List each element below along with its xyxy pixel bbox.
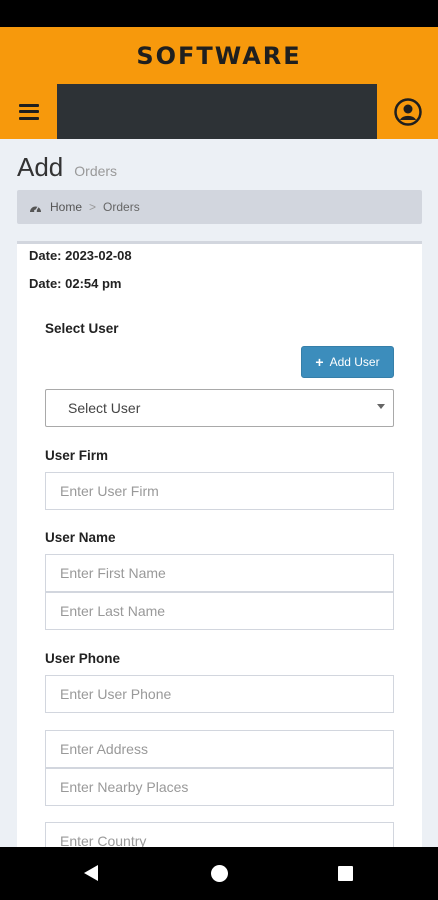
plus-icon: + (315, 354, 324, 370)
hamburger-icon (18, 103, 39, 120)
last-name-placeholder: Enter Last Name (60, 603, 166, 619)
content-header: Add Orders (17, 152, 117, 183)
page-subtitle: Orders (74, 163, 118, 179)
address-input[interactable]: Enter Address (45, 730, 394, 768)
order-time: Date: 02:54 pm (29, 276, 122, 291)
select-user-dropdown[interactable]: Select User (45, 389, 394, 427)
address-placeholder: Enter Address (60, 741, 148, 757)
select-user-value: Select User (68, 400, 141, 416)
user-firm-label: User Firm (45, 448, 109, 463)
user-phone-input[interactable]: Enter User Phone (45, 675, 394, 713)
select-user-label: Select User (45, 321, 119, 336)
navbar-center (57, 84, 377, 139)
user-firm-placeholder: Enter User Firm (60, 483, 159, 499)
back-icon[interactable] (84, 865, 98, 881)
order-date: Date: 2023-02-08 (29, 248, 132, 263)
user-phone-label: User Phone (45, 651, 121, 666)
first-name-input[interactable]: Enter First Name (45, 554, 394, 592)
account-button[interactable] (377, 84, 438, 139)
add-user-button-label: Add User (329, 355, 380, 369)
brand-title: SOFTWARE (136, 41, 302, 70)
page-title: Add (17, 152, 64, 182)
first-name-placeholder: Enter First Name (60, 565, 166, 581)
breadcrumb-current: Orders (103, 200, 140, 214)
breadcrumb: Home > Orders (17, 190, 422, 224)
breadcrumb-home-link[interactable]: Home (50, 200, 82, 214)
top-navbar (0, 84, 438, 139)
user-firm-input[interactable]: Enter User Firm (45, 472, 394, 510)
last-name-input[interactable]: Enter Last Name (45, 592, 394, 630)
brand-header: SOFTWARE (0, 27, 438, 84)
user-phone-placeholder: Enter User Phone (60, 686, 172, 702)
user-name-label: User Name (45, 530, 116, 545)
home-circle-icon[interactable] (211, 865, 228, 882)
status-bar (0, 0, 438, 27)
caret-down-icon (377, 404, 385, 409)
dashboard-icon (30, 206, 41, 212)
recent-apps-icon[interactable] (338, 866, 353, 881)
system-navigation-bar (0, 847, 438, 900)
add-user-button[interactable]: + Add User (301, 346, 394, 378)
nearby-places-input[interactable]: Enter Nearby Places (45, 768, 394, 806)
user-circle-icon (393, 97, 422, 126)
nearby-places-placeholder: Enter Nearby Places (60, 779, 189, 795)
menu-toggle-button[interactable] (0, 84, 57, 139)
breadcrumb-separator: > (89, 200, 97, 214)
